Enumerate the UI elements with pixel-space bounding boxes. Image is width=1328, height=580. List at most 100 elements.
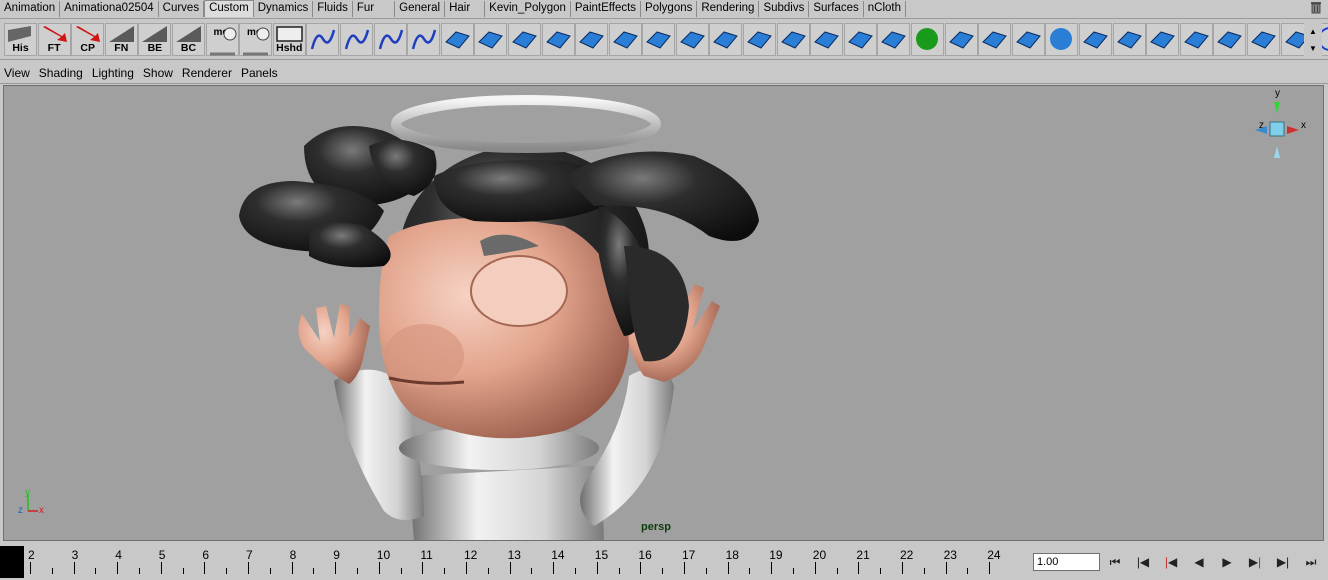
- prism-button[interactable]: [1179, 23, 1213, 56]
- tab-animationa02504[interactable]: Animationa02504: [60, 1, 159, 17]
- tab-kevin-polygon[interactable]: Kevin_Polygon: [485, 1, 571, 17]
- curve-tool-button[interactable]: [306, 23, 340, 56]
- view-cube-y-arrow[interactable]: [1274, 102, 1280, 114]
- scissors-button[interactable]: [339, 23, 373, 56]
- revolve-button[interactable]: [474, 23, 508, 56]
- cylinder-button[interactable]: [1079, 23, 1112, 56]
- step-back-frame-button[interactable]: | ◀: [1158, 550, 1184, 574]
- project-curve-button[interactable]: [675, 23, 709, 56]
- menu-show[interactable]: Show: [143, 66, 173, 80]
- cube-lattice-button[interactable]: [776, 23, 810, 56]
- tab-animation[interactable]: Animation: [0, 1, 61, 17]
- tab-fur[interactable]: Fur: [353, 1, 396, 17]
- tab-hair[interactable]: Hair: [445, 1, 486, 17]
- mel-script-button-2[interactable]: mel: [239, 23, 273, 56]
- perspective-viewport[interactable]: y x z y x z persp: [3, 85, 1324, 541]
- frame-tick: [117, 562, 119, 574]
- tab-dynamics[interactable]: Dynamics: [254, 1, 314, 17]
- time-slider-track[interactable]: 2 3 4 5 6 7 8 9 10 11 12 13 14 15 16 17 18 19 20 21 22 23 24: [24, 546, 1028, 578]
- view-cube-x-arrow[interactable]: [1287, 126, 1299, 134]
- play-backward-button[interactable]: ◀: [1186, 550, 1212, 574]
- shelf-scroll-up-icon[interactable]: ▲: [1304, 23, 1322, 40]
- panel-menu-bar: View Shading Lighting Show Renderer Pane…: [0, 62, 1328, 84]
- frame-tick: [858, 562, 860, 574]
- tab-polygons[interactable]: Polygons: [641, 1, 698, 17]
- tab-ncloth[interactable]: nCloth: [864, 1, 906, 17]
- mel-script-button-1[interactable]: mel: [205, 23, 239, 56]
- hypershade-button[interactable]: Hshd: [272, 23, 306, 56]
- deform-button[interactable]: [810, 23, 844, 56]
- pipe-button[interactable]: [1246, 23, 1280, 56]
- grid-texture-button[interactable]: [743, 23, 777, 56]
- frame-tick: [335, 562, 337, 574]
- trash-icon[interactable]: [1310, 1, 1322, 14]
- menu-view[interactable]: View: [4, 66, 30, 80]
- current-frame-field[interactable]: 1.00: [1033, 553, 1100, 571]
- time-slider[interactable]: 2 3 4 5 6 7 8 9 10 11 12 13 14 15 16 17 18 19 20 21 22 23 24: [0, 544, 1028, 580]
- menu-panels[interactable]: Panels: [241, 66, 278, 80]
- circle-surface-button[interactable]: [575, 23, 609, 56]
- menu-renderer[interactable]: Renderer: [182, 66, 232, 80]
- green-sphere-button[interactable]: [911, 23, 945, 56]
- shelf: His FT CP FN BE BC mel mel Hshd ▲ ▼: [0, 18, 1328, 60]
- cone-button[interactable]: [1146, 23, 1180, 56]
- frame-label: 22: [900, 548, 914, 562]
- tab-curves[interactable]: Curves: [159, 1, 205, 17]
- view-cube[interactable]: y x z: [1251, 88, 1311, 160]
- fn-button[interactable]: FN: [104, 23, 138, 56]
- go-to-start-button[interactable]: ⏮: [1102, 550, 1128, 574]
- frame-tick: [378, 562, 380, 574]
- loft-button[interactable]: [440, 23, 474, 56]
- planar-surface-button[interactable]: [978, 23, 1012, 56]
- cv-edit-icon: [378, 29, 403, 50]
- extrude-button[interactable]: [541, 23, 575, 56]
- cylinder-icon: [1083, 31, 1108, 49]
- sphere-button[interactable]: [1045, 23, 1079, 56]
- pipe-icon: [1251, 31, 1276, 49]
- boundary-button[interactable]: [608, 23, 642, 56]
- attach-button[interactable]: [1011, 23, 1045, 56]
- planar-button[interactable]: [507, 23, 541, 56]
- current-time-marker[interactable]: [0, 546, 24, 578]
- uv-edit-button[interactable]: [709, 23, 743, 56]
- plane-icon: [1116, 31, 1142, 49]
- step-forward-frame-button[interactable]: ▶ |: [1242, 550, 1268, 574]
- play-forward-button[interactable]: ▶: [1214, 550, 1240, 574]
- view-cube-face[interactable]: [1269, 121, 1285, 137]
- tab-painteffects[interactable]: PaintEffects: [571, 1, 642, 17]
- bevel-button[interactable]: [843, 23, 877, 56]
- shelf-scroll-down-icon[interactable]: ▼: [1304, 40, 1322, 57]
- menu-shading[interactable]: Shading: [39, 66, 83, 80]
- step-back-key-button[interactable]: |◀: [1130, 550, 1156, 574]
- sphere-split-button[interactable]: [877, 23, 911, 56]
- center-pivot-button[interactable]: CP: [71, 23, 105, 56]
- step-back-key-icon: |◀: [1136, 555, 1150, 569]
- tab-surfaces[interactable]: Surfaces: [809, 1, 864, 17]
- bc-button[interactable]: BC: [171, 23, 205, 56]
- frame-tick-minor: [226, 568, 228, 574]
- frame-label: 12: [464, 548, 478, 562]
- torus-button[interactable]: [1213, 23, 1247, 56]
- view-cube-neg-y-arrow[interactable]: [1274, 146, 1280, 158]
- plane-button[interactable]: [1112, 23, 1146, 56]
- trim-button[interactable]: [944, 23, 978, 56]
- square-button[interactable]: [642, 23, 676, 56]
- menu-lighting[interactable]: Lighting: [92, 66, 134, 80]
- torus-icon: [1217, 31, 1243, 49]
- cv-edit-button[interactable]: [373, 23, 407, 56]
- tab-fluids[interactable]: Fluids: [313, 1, 353, 17]
- tab-custom[interactable]: Custom: [204, 0, 254, 17]
- freeze-transform-button[interactable]: FT: [37, 23, 71, 56]
- tab-subdivs[interactable]: Subdivs: [759, 1, 810, 17]
- step-forward-key-button[interactable]: ▶|: [1270, 550, 1296, 574]
- ep-curve-button[interactable]: [407, 23, 441, 56]
- tab-general[interactable]: General: [395, 1, 446, 17]
- go-to-end-button[interactable]: ⏭: [1298, 550, 1324, 574]
- shelf-scroll[interactable]: ▲ ▼: [1304, 23, 1322, 57]
- frame-tick: [248, 562, 249, 574]
- be-button[interactable]: BE: [138, 23, 172, 56]
- tab-rendering[interactable]: Rendering: [697, 1, 760, 17]
- frame-tick: [771, 562, 773, 574]
- frame-tick: [553, 562, 555, 574]
- history-button[interactable]: His: [4, 23, 37, 56]
